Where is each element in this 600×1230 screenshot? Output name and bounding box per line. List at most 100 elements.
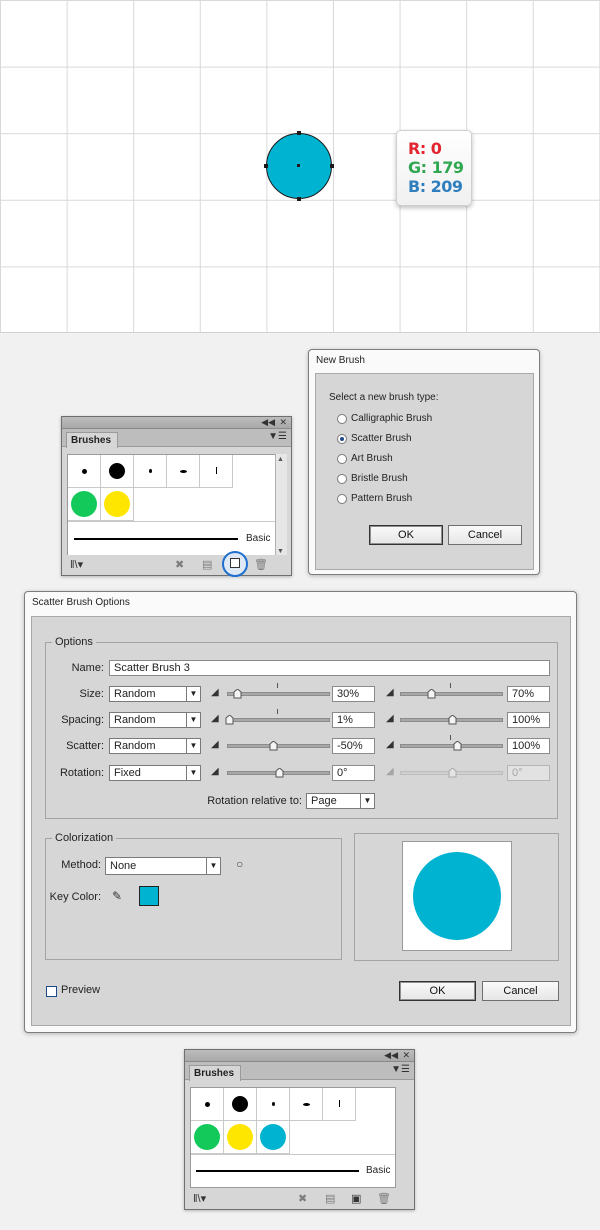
brush-swatch-tiny-stroke[interactable] bbox=[134, 455, 167, 488]
new-brush-icon[interactable] bbox=[222, 551, 248, 577]
scatter-min-slider[interactable] bbox=[227, 744, 330, 748]
brush-libraries-menu-icon[interactable]: ‖\▾ bbox=[70, 558, 83, 571]
chevron-down-icon: ▼ bbox=[206, 858, 220, 874]
panel-footer: ‖\▾ ✖ ▤ 🗑 bbox=[62, 551, 291, 577]
spacing-mode-select[interactable]: Random ▼ bbox=[109, 712, 201, 728]
scatter-mode-select[interactable]: Random ▼ bbox=[109, 738, 201, 754]
artboard-canvas[interactable]: R: 0 G: 179 B: 209 bbox=[0, 0, 600, 333]
rotation-relative-select[interactable]: Page ▼ bbox=[306, 793, 375, 809]
rotation-min-field[interactable]: 0° bbox=[332, 765, 375, 781]
colorization-group: Colorization Method: None ▼ ○ Key Color: … bbox=[45, 832, 342, 960]
size-max-slider-thumb[interactable] bbox=[427, 688, 436, 699]
panel-menu-icon[interactable]: ▼☰ bbox=[391, 1064, 410, 1075]
size-max-slider[interactable] bbox=[400, 692, 503, 696]
brush-swatch-large-dot[interactable] bbox=[224, 1088, 257, 1121]
remove-brush-stroke-icon[interactable]: ✖ bbox=[175, 558, 184, 571]
radio-label-bristle: Bristle Brush bbox=[351, 473, 408, 484]
method-select[interactable]: None ▼ bbox=[105, 857, 221, 875]
radio-label-scatter: Scatter Brush bbox=[351, 433, 412, 444]
delete-brush-icon[interactable]: 🗑 bbox=[377, 1192, 391, 1205]
brush-swatch-yellow-circle[interactable] bbox=[224, 1121, 257, 1154]
rotation-min-slider-thumb[interactable] bbox=[275, 767, 284, 778]
basic-brush-label: Basic bbox=[366, 1165, 391, 1176]
rgb-red-value: R: 0 bbox=[408, 139, 442, 158]
panel-menu-icon[interactable]: ▼☰ bbox=[268, 431, 287, 442]
brush-swatch-blue-circle[interactable] bbox=[257, 1121, 290, 1154]
rgb-green-value: G: 179 bbox=[408, 158, 464, 177]
brush-swatch-green-circle[interactable] bbox=[68, 488, 101, 521]
center-point bbox=[297, 164, 300, 167]
spacing-min-field[interactable]: 1% bbox=[332, 712, 375, 728]
brush-swatch-small-dot[interactable] bbox=[68, 455, 101, 488]
rotation-mode-select[interactable]: Fixed ▼ bbox=[109, 765, 201, 781]
preview-checkbox[interactable] bbox=[46, 986, 57, 997]
brush-basic-row[interactable]: Basic bbox=[68, 521, 275, 556]
double-chevron-icon[interactable]: ◀◀ bbox=[261, 417, 275, 428]
anchor-point-left[interactable] bbox=[264, 164, 268, 168]
brush-libraries-menu-icon[interactable]: ‖\▾ bbox=[193, 1192, 206, 1205]
brush-basic-row[interactable]: Basic bbox=[191, 1154, 395, 1187]
size-max-field[interactable]: 70% bbox=[507, 686, 550, 702]
options-group-title: Options bbox=[52, 636, 96, 648]
spacing-max-field[interactable]: 100% bbox=[507, 712, 550, 728]
rotation-relative-label: Rotation relative to: bbox=[207, 795, 302, 807]
new-brush-dialog: New Brush Select a new brush type: Calli… bbox=[308, 349, 540, 575]
scatter-min-slider-thumb[interactable] bbox=[269, 740, 278, 751]
rgb-color-tag: R: 0 G: 179 B: 209 bbox=[396, 130, 472, 206]
brush-swatch-green-circle[interactable] bbox=[191, 1121, 224, 1154]
radio-bristle-brush[interactable] bbox=[337, 474, 347, 484]
close-icon[interactable]: ✕ bbox=[279, 417, 287, 428]
rotation-max-slider-thumb bbox=[448, 767, 457, 778]
brush-swatch-small-dot[interactable] bbox=[191, 1088, 224, 1121]
brush-swatch-large-dot[interactable] bbox=[101, 455, 134, 488]
size-min-slider-thumb[interactable] bbox=[233, 688, 242, 699]
chevron-down-icon: ▼ bbox=[186, 739, 200, 753]
remove-brush-stroke-icon[interactable]: ✖ bbox=[298, 1192, 307, 1205]
key-color-swatch[interactable] bbox=[139, 886, 159, 906]
tab-brushes[interactable]: Brushes bbox=[189, 1065, 242, 1081]
key-color-label: Key Color: bbox=[49, 891, 101, 903]
size-label: Size: bbox=[79, 688, 104, 700]
ok-button[interactable]: OK bbox=[399, 981, 476, 1001]
cancel-button[interactable]: Cancel bbox=[482, 981, 559, 1001]
ok-button[interactable]: OK bbox=[369, 525, 443, 545]
brush-swatch-oval-stroke[interactable] bbox=[290, 1088, 323, 1121]
cancel-button[interactable]: Cancel bbox=[448, 525, 522, 545]
options-group: Options Name: Scatter Brush 3 Size: Rand… bbox=[45, 636, 558, 819]
spacing-min-slider[interactable] bbox=[227, 718, 330, 722]
spacing-min-slider-thumb[interactable] bbox=[225, 714, 234, 725]
size-mode-select[interactable]: Random ▼ bbox=[109, 686, 201, 702]
scatter-max-slider[interactable] bbox=[400, 744, 503, 748]
lightbulb-tip-icon[interactable]: ○ bbox=[236, 857, 243, 871]
radio-pattern-brush[interactable] bbox=[337, 494, 347, 504]
size-min-field[interactable]: 30% bbox=[332, 686, 375, 702]
brush-swatch-oval-stroke[interactable] bbox=[167, 455, 200, 488]
brush-swatch-tiny-stroke[interactable] bbox=[257, 1088, 290, 1121]
delete-brush-icon[interactable]: 🗑 bbox=[254, 558, 268, 571]
scatter-max-slider-thumb[interactable] bbox=[453, 740, 462, 751]
anchor-point-top[interactable] bbox=[297, 131, 301, 135]
scrollbar[interactable]: ▲ ▼ bbox=[275, 454, 287, 557]
anchor-point-bottom[interactable] bbox=[297, 197, 301, 201]
brush-options-icon[interactable]: ▤ bbox=[325, 1192, 335, 1205]
radio-scatter-brush[interactable] bbox=[337, 434, 347, 444]
scatter-min-field[interactable]: -50% bbox=[332, 738, 375, 754]
brush-swatch-thin-line[interactable] bbox=[200, 455, 233, 488]
brush-library-area: Basic bbox=[190, 1087, 396, 1188]
radio-art-brush[interactable] bbox=[337, 454, 347, 464]
anchor-point-right[interactable] bbox=[330, 164, 334, 168]
eyedropper-icon[interactable]: ✎ bbox=[112, 889, 122, 903]
name-field[interactable]: Scatter Brush 3 bbox=[109, 660, 550, 676]
brush-swatch-thin-line[interactable] bbox=[323, 1088, 356, 1121]
brush-swatch-yellow-circle[interactable] bbox=[101, 488, 134, 521]
tab-brushes[interactable]: Brushes bbox=[66, 432, 119, 448]
pressure-min-icon: ◢ bbox=[211, 766, 219, 777]
new-brush-icon[interactable]: ▣ bbox=[351, 1192, 361, 1205]
double-chevron-icon[interactable]: ◀◀ bbox=[384, 1050, 398, 1061]
brush-options-icon[interactable]: ▤ bbox=[202, 558, 212, 571]
close-icon[interactable]: ✕ bbox=[402, 1050, 410, 1061]
scatter-max-field[interactable]: 100% bbox=[507, 738, 550, 754]
size-min-slider[interactable] bbox=[227, 692, 330, 696]
spacing-max-slider-thumb[interactable] bbox=[448, 714, 457, 725]
radio-calligraphic-brush[interactable] bbox=[337, 414, 347, 424]
